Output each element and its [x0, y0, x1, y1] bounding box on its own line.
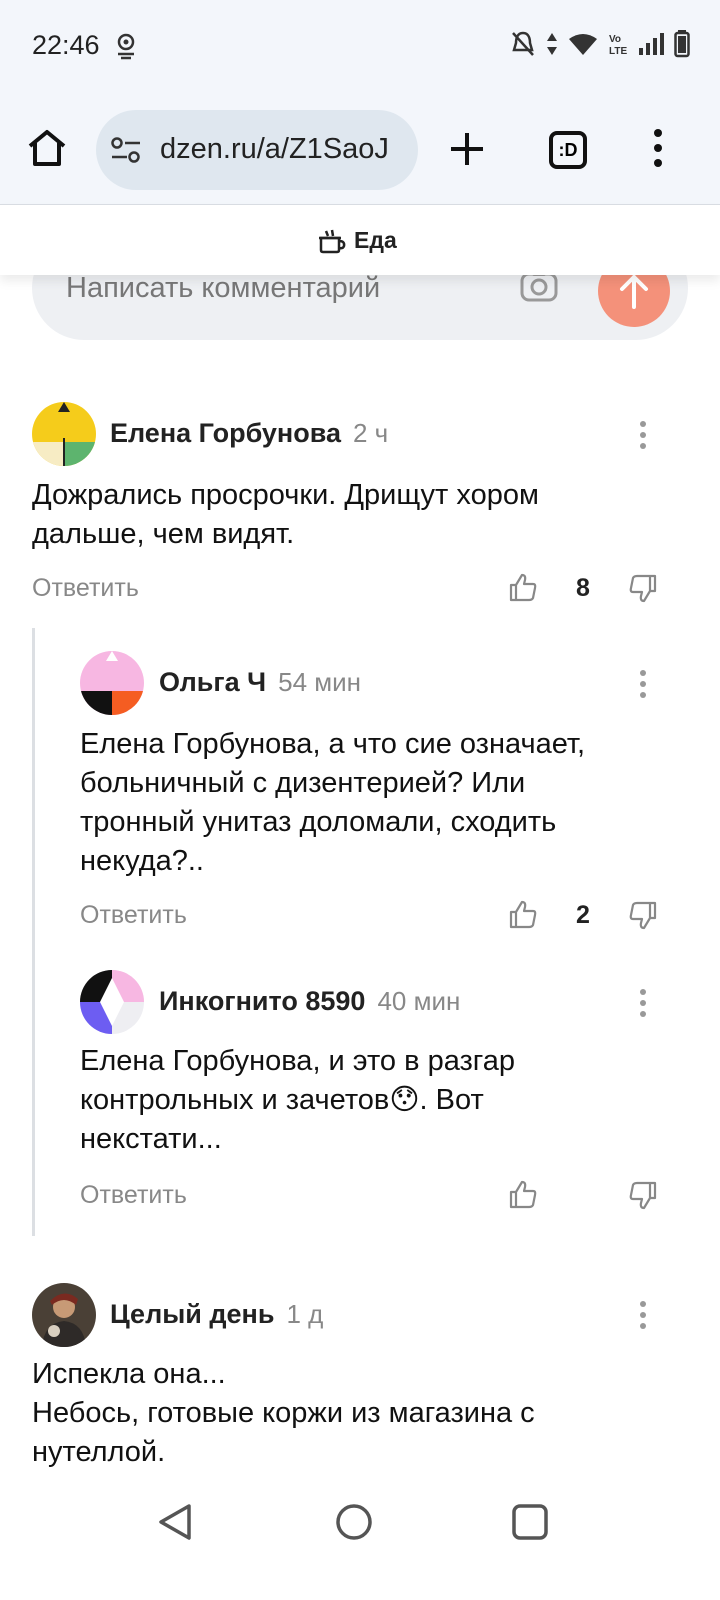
like-icon[interactable] [508, 1179, 538, 1209]
comment-age: 2 ч [353, 418, 389, 448]
section-header: Еда [0, 205, 720, 275]
volte-icon: VoLTE [609, 34, 627, 57]
status-time: 22:46 [32, 30, 100, 60]
like-icon[interactable] [508, 899, 538, 929]
thread-line [32, 628, 35, 1236]
dislike-icon[interactable] [628, 574, 658, 604]
comment-author[interactable]: Елена Горбунова 2 ч [110, 418, 388, 449]
home-icon[interactable] [26, 128, 68, 168]
recents-nav-icon[interactable] [511, 1503, 549, 1541]
comment-menu-icon[interactable] [638, 988, 648, 1018]
back-nav-icon[interactable] [156, 1502, 194, 1542]
browser-menu-icon[interactable] [650, 128, 666, 168]
send-arrow-icon[interactable] [614, 271, 654, 311]
comment-line: контрольных и зачетов😯. Вот [80, 1084, 484, 1116]
comment-input-placeholder[interactable]: Написать комментарий [66, 272, 380, 305]
comment-line: тронный унитаз доломали, сходить [80, 806, 557, 838]
status-bar: 22:46 Vo LTE [0, 0, 720, 100]
status-icons: Vo LTE [510, 30, 690, 58]
svg-text:LTE: LTE [609, 46, 627, 57]
battery-icon [674, 30, 690, 58]
comment-text: Елена Горбунова, а что сие означает, бол… [80, 725, 670, 881]
comment-line: нутеллой. [32, 1436, 166, 1468]
dislike-icon[interactable] [628, 1181, 658, 1211]
food-category-icon [319, 229, 346, 253]
home-nav-icon[interactable] [334, 1502, 374, 1542]
new-tab-plus-icon[interactable] [448, 130, 486, 168]
comment-menu-icon[interactable] [638, 669, 648, 699]
comment-author[interactable]: Ольга Ч 54 мин [159, 667, 361, 698]
avatar[interactable] [80, 970, 144, 1034]
comment-text: Испекла она... Небось, готовые коржи из … [32, 1355, 672, 1472]
dislike-icon[interactable] [628, 901, 658, 931]
site-settings-icon[interactable] [110, 136, 142, 164]
tab-switcher-label[interactable]: :D [548, 130, 588, 170]
signal-icon [639, 33, 664, 55]
avatar[interactable] [32, 1283, 96, 1347]
reply-button[interactable]: Ответить [80, 901, 187, 930]
system-nav-bar [0, 1480, 720, 1600]
address-bar-url[interactable]: dzen.ru/a/Z1SaoJ [160, 133, 389, 166]
comment-author[interactable]: Целый день 1 д [110, 1299, 323, 1330]
comment-line: дальше, чем видят. [32, 518, 295, 550]
comment-age: 54 мин [278, 667, 362, 697]
comment-line: Елена Горбунова, а что сие означает, [80, 728, 586, 760]
avatar[interactable] [32, 402, 96, 466]
comment-line: некстати... [80, 1123, 222, 1155]
comment-line: Дожрались просрочки. Дрищут хором [32, 479, 539, 511]
comment-age: 1 д [286, 1299, 324, 1329]
comment-text: Елена Горбунова, и это в разгар контроль… [80, 1042, 670, 1159]
comment-line: больничный с дизентерией? Или [80, 767, 526, 799]
like-count: 8 [576, 574, 590, 602]
like-icon[interactable] [508, 572, 538, 602]
data-arrows-icon [547, 33, 557, 55]
notification-app-icon [117, 33, 135, 60]
mute-bell-icon [512, 31, 534, 56]
comment-menu-icon[interactable] [638, 420, 648, 450]
comment-menu-icon[interactable] [638, 1300, 648, 1330]
comment-line: Испекла она... [32, 1358, 226, 1390]
comment-age: 40 мин [377, 986, 461, 1016]
avatar[interactable] [80, 651, 144, 715]
comment-text: Дожрались просрочки. Дрищут хором дальше… [32, 476, 672, 554]
svg-text:Vo: Vo [609, 34, 621, 45]
reply-button[interactable]: Ответить [80, 1181, 187, 1210]
like-count: 2 [576, 901, 590, 929]
reply-button[interactable]: Ответить [32, 574, 139, 603]
comment-line: некуда?.. [80, 845, 204, 877]
wifi-icon [569, 34, 597, 55]
section-title[interactable]: Еда [354, 227, 397, 254]
comment-line: Небось, готовые коржи из магазина с [32, 1397, 535, 1429]
comment-author[interactable]: Инкогнито 8590 40 мин [159, 986, 460, 1017]
comment-line: Елена Горбунова, и это в разгар [80, 1045, 515, 1077]
